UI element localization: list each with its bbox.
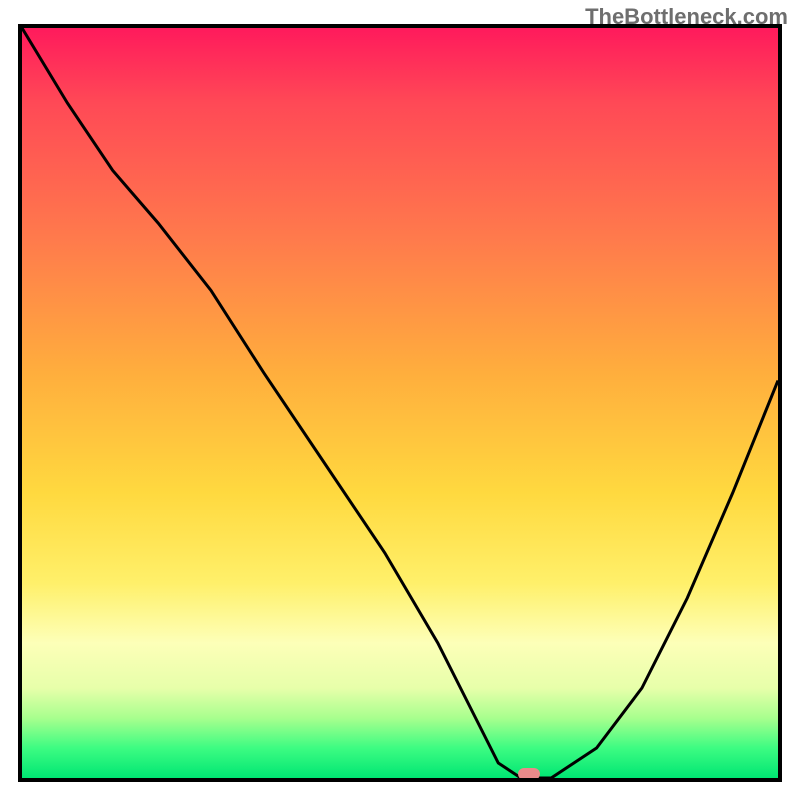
curve-layer xyxy=(22,28,778,778)
min-marker xyxy=(518,768,540,780)
chart-container: TheBottleneck.com xyxy=(0,0,800,800)
plot-frame xyxy=(18,24,782,782)
bottleneck-curve xyxy=(22,28,778,778)
watermark-text: TheBottleneck.com xyxy=(585,4,788,30)
